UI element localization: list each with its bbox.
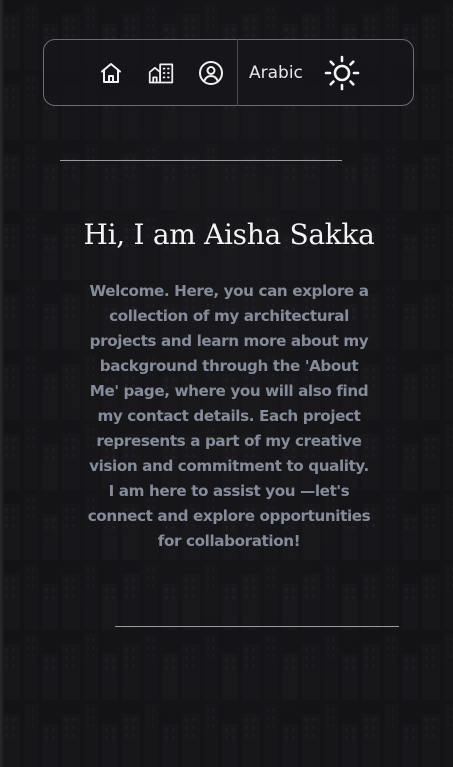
user-circle-icon [199,60,223,85]
navbar: Arabic [43,39,414,106]
theme-toggle-button[interactable] [324,55,360,91]
projects-button[interactable] [148,60,174,86]
nav-divider [237,39,238,106]
page-title: Hi, I am Aisha Sakka [83,218,375,251]
home-button[interactable] [98,60,124,86]
divider-bottom [115,626,399,627]
intro-paragraph: Welcome. Here, you can explore a collect… [87,282,371,550]
buildings-icon [148,62,174,83]
left-edge-border [0,0,4,767]
page: Arabic Hi, I am Aisha Sakka Welcome. Her… [0,0,453,767]
divider-top [60,160,342,161]
about-button[interactable] [198,60,224,86]
language-toggle-button[interactable]: Arabic [249,63,303,83]
nav-icon-group [44,40,224,105]
sun-icon [324,55,360,90]
home-icon [101,62,121,83]
